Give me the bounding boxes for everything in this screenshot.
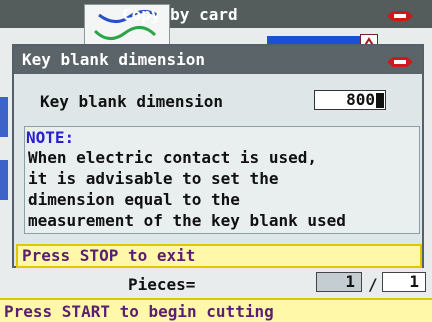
pieces-separator: / (368, 275, 378, 294)
note-line: dimension equal to the (28, 190, 240, 209)
background-title: Copy by card (122, 5, 238, 24)
dialog-title: Key blank dimension (22, 50, 206, 69)
stop-message: Press STOP to exit (22, 246, 196, 265)
key-blank-dimension-label: Key blank dimension (40, 92, 224, 111)
note-title: NOTE: (26, 128, 75, 147)
side-tab-2 (0, 160, 8, 200)
note-line: it is advisable to set the (28, 169, 279, 188)
pieces-total-field[interactable]: 1 (382, 272, 426, 292)
silca-logo-icon (385, 54, 415, 73)
pieces-label: Pieces= (128, 275, 196, 294)
start-message: Press START to begin cutting (4, 302, 274, 321)
pieces-done-field[interactable]: 1 (316, 272, 362, 292)
side-tab-1 (0, 97, 8, 137)
note-line: When electric contact is used, (28, 148, 317, 167)
text-cursor (376, 93, 384, 108)
silca-logo-icon (385, 8, 415, 27)
note-line: measurement of the key blank used (28, 211, 346, 230)
